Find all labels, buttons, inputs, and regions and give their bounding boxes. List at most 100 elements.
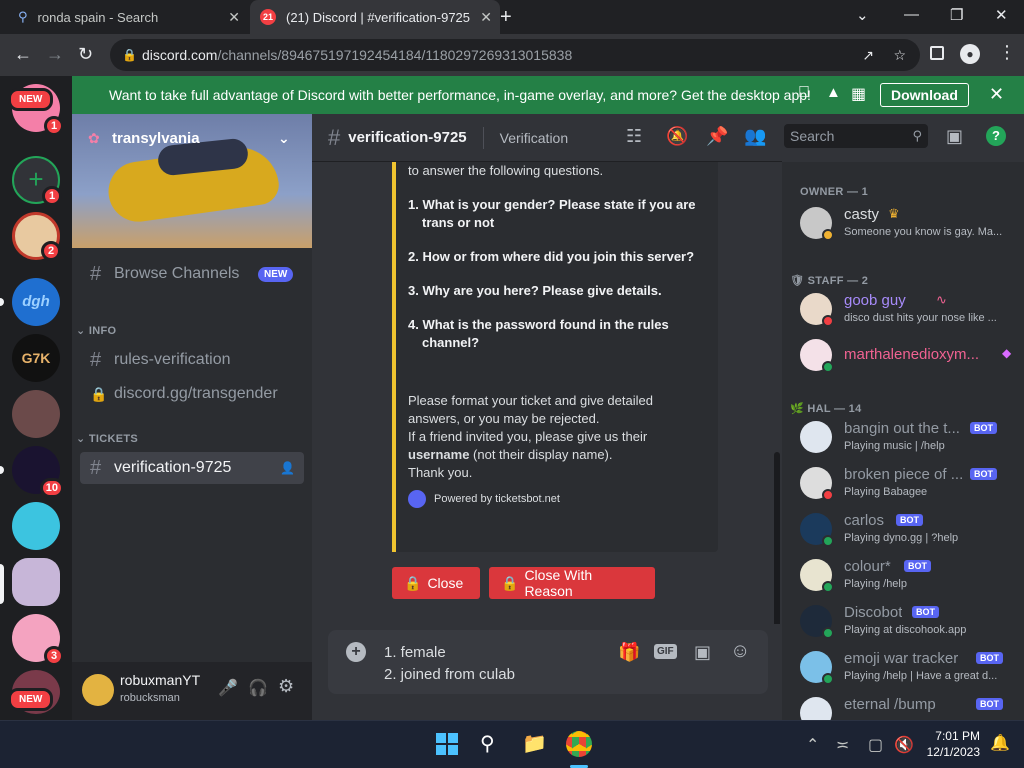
volume-muted-icon[interactable]: 🔇 (894, 735, 914, 755)
browser-tab-discord[interactable]: 21 (21) Discord | #verification-9725 ✕ (250, 0, 500, 34)
notifications-muted-icon[interactable]: 🔕 (666, 126, 688, 147)
side-panel-icon[interactable] (930, 46, 944, 60)
channel-title: verification-9725 (348, 129, 467, 146)
minimize-button[interactable]: — (904, 6, 919, 23)
close-tab-icon[interactable]: ✕ (480, 9, 492, 26)
member-goob-guy[interactable]: goob guy ∿ disco dust hits your nose lik… (790, 288, 1016, 330)
channel-rules-verification[interactable]: # rules-verification (80, 344, 304, 376)
chevron-up-icon[interactable]: ⌃ (806, 735, 819, 755)
user-avatar[interactable] (82, 674, 114, 706)
search-input[interactable]: Search ⚲ (784, 124, 928, 148)
close-window-button[interactable]: ✕ (995, 6, 1008, 24)
share-icon[interactable]: ↗ (862, 47, 874, 64)
owner-header: OWNER — 1 (800, 186, 869, 198)
member-bot[interactable]: carlos BOT Playing dyno.gg | ?help (790, 508, 1016, 550)
server-icon-dgh[interactable]: dgh (12, 278, 60, 326)
member-bot[interactable]: eternal /bump BOT (790, 692, 1016, 720)
member-bot[interactable]: bangin out the t... BOT Playing music | … (790, 416, 1016, 458)
server-icon-g7k[interactable]: G7K (12, 334, 60, 382)
close-tab-icon[interactable]: ✕ (228, 9, 240, 26)
server-icon-dark[interactable]: 10 (12, 446, 64, 498)
member-bot[interactable]: broken piece of ... BOT Playing Babagee (790, 462, 1016, 504)
member-casty[interactable]: casty ♛ Someone you know is gay. Ma... (790, 202, 1016, 244)
android-icon: ▲ (826, 84, 841, 101)
search-icon[interactable]: ⚲ (480, 731, 495, 756)
gift-icon[interactable]: 🎁 (618, 642, 640, 663)
profile-icon[interactable]: ● (960, 44, 980, 64)
headphones-icon[interactable]: 🎧 (248, 678, 268, 698)
server-icon-anime[interactable] (12, 502, 60, 550)
clock[interactable]: 7:01 PM 12/1/2023 (924, 729, 980, 759)
browser-tab-search[interactable]: ⚲ ronda spain - Search ✕ (8, 0, 248, 34)
url-field[interactable]: 🔒 discord.com/channels/89467519719245418… (110, 39, 920, 71)
channel-name: discord.gg/transgender (114, 385, 278, 402)
member-status-text: Playing music | /help (844, 440, 945, 452)
member-marthalene[interactable]: marthalenedioxym... ◆ (790, 334, 1016, 376)
message-list: to answer the following questions. 1. Wh… (312, 162, 782, 624)
powered-by-text: Powered by ticketsbot.net (434, 493, 560, 505)
inbox-icon[interactable]: ▣ (946, 126, 963, 147)
channel-verification[interactable]: # verification-9725 👤 (80, 452, 304, 484)
member-bot[interactable]: colour* BOT Playing /help (790, 554, 1016, 596)
hash-icon: # (90, 348, 102, 371)
restore-button[interactable]: ❐ (950, 6, 963, 24)
close-with-reason-button[interactable]: 🔒 Close With Reason (489, 567, 655, 599)
member-status-text: Someone you know is gay. Ma... (844, 226, 1003, 238)
new-badge: NEW (258, 266, 294, 282)
apple-icon:  (798, 84, 810, 102)
chrome-icon[interactable] (566, 731, 592, 757)
help-icon[interactable]: ? (986, 126, 1006, 146)
notification-bell-icon[interactable]: 🔔 (990, 733, 1010, 753)
server-header[interactable]: ✿ transylvania ⌄ (72, 114, 312, 162)
new-tab-button[interactable]: + (500, 6, 512, 29)
windows-start-icon[interactable] (436, 733, 458, 755)
tab-search-chevron-icon[interactable]: ⌄ (856, 6, 869, 24)
search-icon: ⚲ (912, 128, 922, 143)
channel-discord-link[interactable]: 🔒 discord.gg/transgender (80, 378, 304, 410)
file-explorer-icon[interactable]: 📁 (522, 731, 547, 756)
banner-text: Want to take full advantage of Discord w… (109, 87, 811, 103)
bot-badge: BOT (912, 606, 939, 618)
member-avatar (800, 697, 832, 720)
server-icon-avatar[interactable]: 2 (12, 212, 61, 261)
forward-arrow-icon[interactable]: → (46, 44, 64, 65)
display-icon[interactable]: ▢ (868, 735, 883, 755)
attach-plus-icon[interactable]: + (346, 642, 366, 662)
mute-mic-icon[interactable]: 🎤 (218, 678, 238, 698)
add-member-icon[interactable]: 👤 (280, 461, 295, 475)
browse-channels[interactable]: # Browse Channels NEW (80, 258, 304, 290)
emoji-icon[interactable]: ☺ (730, 640, 750, 663)
gif-icon[interactable]: GIF (654, 644, 677, 659)
network-icon[interactable]: ≍ (836, 735, 849, 755)
download-button[interactable]: Download (880, 83, 969, 107)
add-server-icon[interactable]: + 1 (12, 156, 62, 206)
back-arrow-icon[interactable]: ← (14, 44, 32, 65)
clock-time: 7:01 PM (935, 729, 980, 743)
member-bot[interactable]: emoji war tracker BOT Playing /help | Ha… (790, 646, 1016, 688)
pin-icon[interactable]: 📌 (706, 126, 728, 147)
staff-header: 🛡 STAFF — 2 (790, 275, 869, 287)
server-icon-girl[interactable] (12, 390, 60, 438)
member-name: casty (844, 206, 880, 223)
menu-kebab-icon[interactable]: ⋮ (998, 42, 1016, 63)
member-list-icon[interactable]: 👥 (744, 126, 766, 147)
message-input[interactable]: 1. female 2. joined from culab (384, 642, 515, 686)
scrollbar-thumb[interactable] (774, 452, 780, 624)
category-tickets[interactable]: ⌄ TICKETS (76, 432, 138, 445)
member-status-text: Playing at discohook.app (844, 624, 967, 636)
member-bot[interactable]: Discobot BOT Playing at discohook.app (790, 600, 1016, 642)
settings-gear-icon[interactable]: ⚙ (278, 676, 294, 697)
member-name: goob guy (844, 292, 906, 309)
sticker-icon[interactable]: ▣ (694, 642, 711, 663)
threads-icon[interactable]: ☷ (626, 126, 642, 147)
reload-icon[interactable]: ↻ (78, 44, 93, 65)
close-ticket-button[interactable]: 🔒 Close (392, 567, 480, 599)
server-icon-transylvania[interactable] (12, 558, 60, 606)
message-composer[interactable]: + 1. female 2. joined from culab 🎁 GIF ▣… (328, 630, 768, 694)
category-info[interactable]: ⌄ INFO (76, 324, 116, 337)
browse-channels-icon: # (90, 262, 102, 285)
status-online (822, 535, 834, 547)
server-icon-pink[interactable]: 3 (12, 614, 64, 666)
close-banner-icon[interactable]: ✕ (989, 84, 1004, 105)
bookmark-star-icon[interactable]: ☆ (893, 47, 906, 64)
